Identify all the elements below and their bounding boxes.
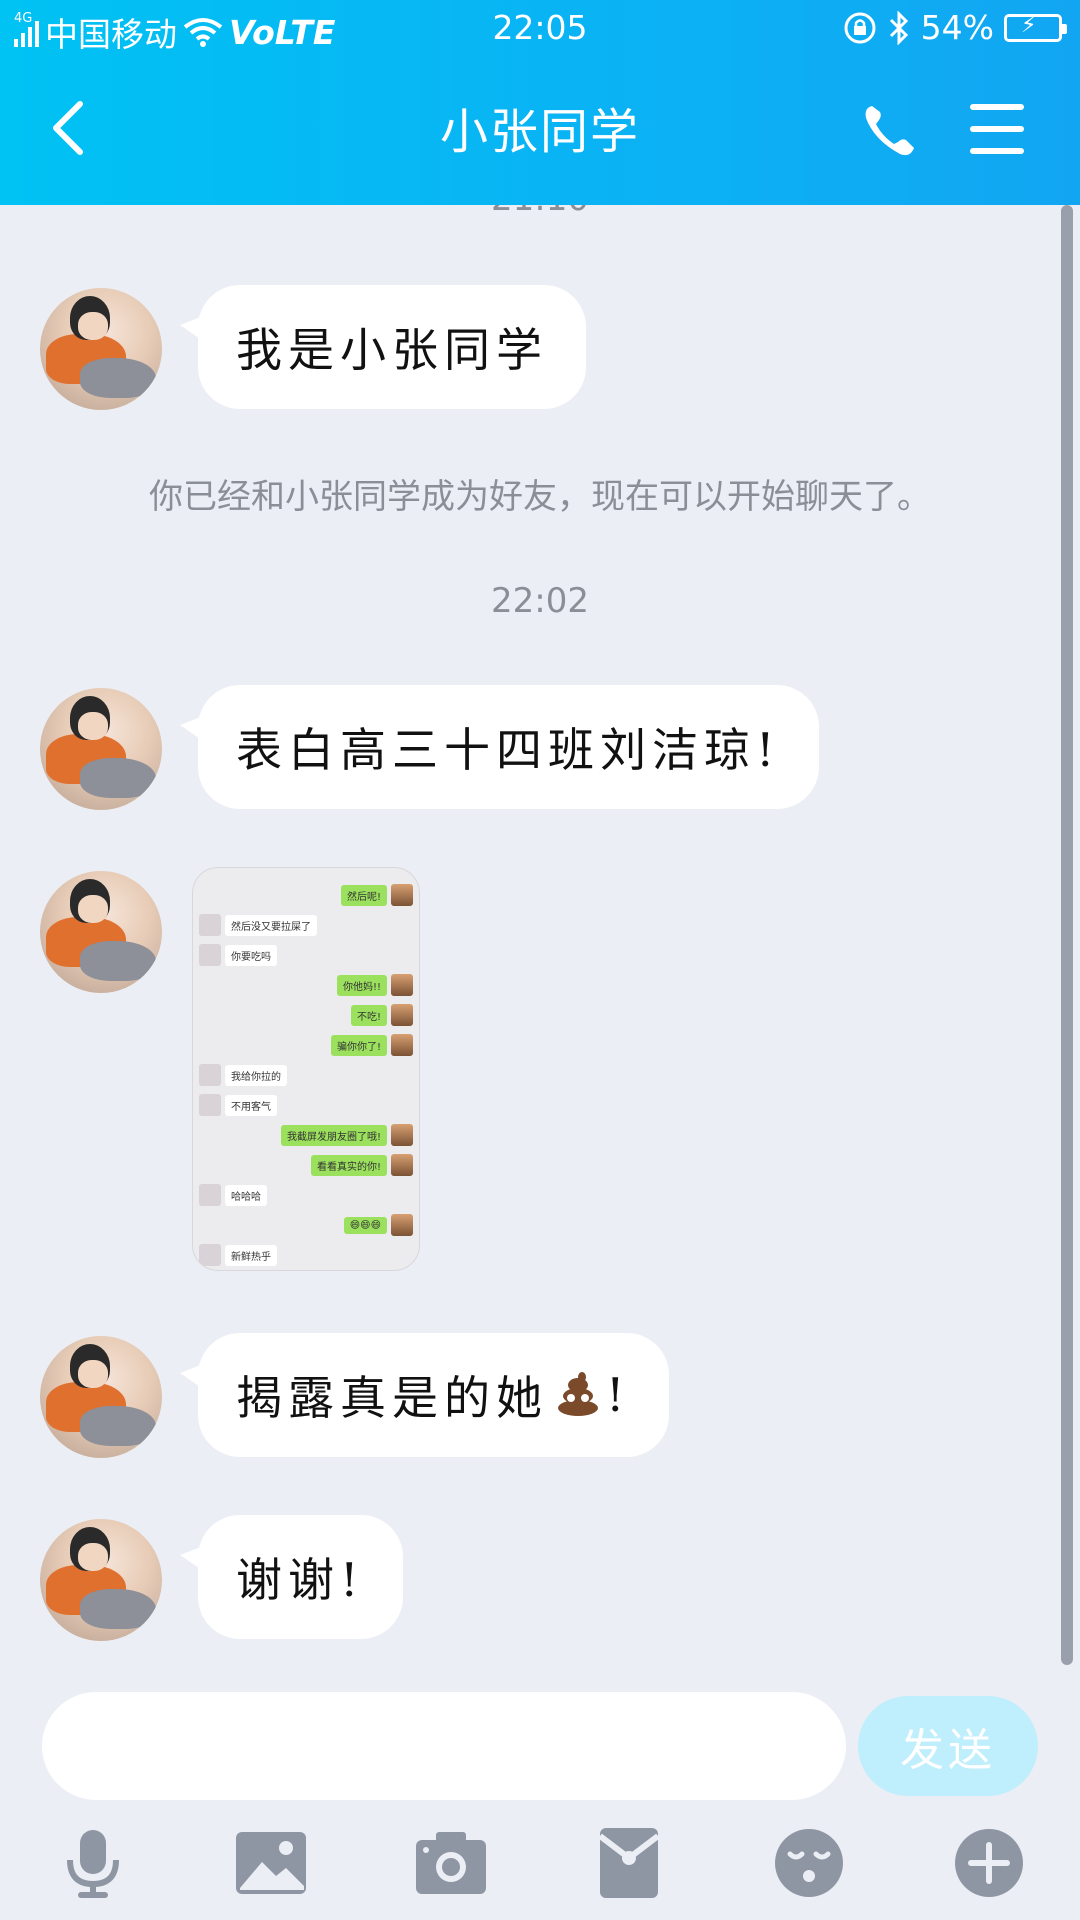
image-message[interactable]: 然后呢! 然后没又要拉屎了 你要吃吗 你他妈!! 不吃! 骗你你了! 我给你拉的…: [192, 867, 420, 1271]
message-text: 揭露真是的她: [236, 1371, 548, 1425]
bluetooth-icon: [889, 10, 908, 45]
rotation-lock-icon: [844, 12, 876, 43]
microphone-icon[interactable]: [56, 1826, 130, 1900]
message-bubble[interactable]: 揭露真是的她 !: [180, 1333, 669, 1457]
scrollbar[interactable]: [1061, 205, 1073, 1665]
status-bar: 4G 中国移动 VoLTE 22:05 54% ⚡: [0, 0, 1080, 58]
screenshot-line: 新鲜热乎: [199, 1244, 281, 1266]
message-input[interactable]: [42, 1692, 846, 1800]
top-bar: 4G 中国移动 VoLTE 22:05 54% ⚡ 小张同学: [0, 0, 1080, 205]
screenshot-line: 😄😄😄: [340, 1214, 413, 1236]
avatar[interactable]: [40, 1336, 162, 1458]
screenshot-line: 然后没又要拉屎了: [199, 914, 321, 936]
battery-icon: ⚡: [1004, 13, 1067, 42]
screenshot-line: 不吃!: [347, 1004, 413, 1026]
pile-of-poo-icon: [552, 1372, 602, 1418]
message-bubble[interactable]: 谢谢!: [180, 1515, 403, 1639]
message-text: !: [606, 1368, 631, 1422]
screenshot-line: 骗你你了!: [327, 1034, 413, 1056]
menu-icon[interactable]: [970, 104, 1024, 156]
screenshot-line: 不用客气: [199, 1094, 281, 1116]
plus-icon[interactable]: [952, 1826, 1026, 1900]
screenshot-line: 你要吃吗: [199, 944, 281, 966]
partial-timestamp: 21:10: [0, 205, 1060, 219]
image-icon[interactable]: [234, 1826, 308, 1900]
screenshot-line: 你他妈!!: [333, 974, 413, 996]
screenshot-line: 看看真实的你!: [307, 1154, 413, 1176]
avatar[interactable]: [40, 288, 162, 410]
emoji-icon[interactable]: [772, 1826, 846, 1900]
chat-area[interactable]: 21:10 我是小张同学 你已经和小张同学成为好友，现在可以开始聊天了。 22:…: [0, 205, 1060, 1665]
screenshot-line: 我给你拉的: [199, 1064, 291, 1086]
screenshot-line: 我截屏发朋友圈了哦!: [277, 1124, 413, 1146]
phone-call-icon[interactable]: [860, 100, 920, 160]
avatar[interactable]: [40, 1519, 162, 1641]
avatar[interactable]: [40, 688, 162, 810]
camera-icon[interactable]: [414, 1826, 488, 1900]
timestamp: 22:02: [491, 581, 589, 621]
screenshot-line: 然后呢!: [337, 884, 413, 906]
send-button[interactable]: 发送: [858, 1696, 1038, 1796]
red-packet-icon[interactable]: [592, 1826, 666, 1900]
battery-percent: 54%: [920, 8, 994, 47]
message-bubble[interactable]: 我是小张同学: [180, 285, 586, 409]
avatar[interactable]: [40, 871, 162, 993]
system-message: 你已经和小张同学成为好友，现在可以开始聊天了。: [149, 477, 931, 517]
screenshot-line: 哈哈哈: [199, 1184, 271, 1206]
message-bubble[interactable]: 表白高三十四班刘洁琼!: [180, 685, 819, 809]
